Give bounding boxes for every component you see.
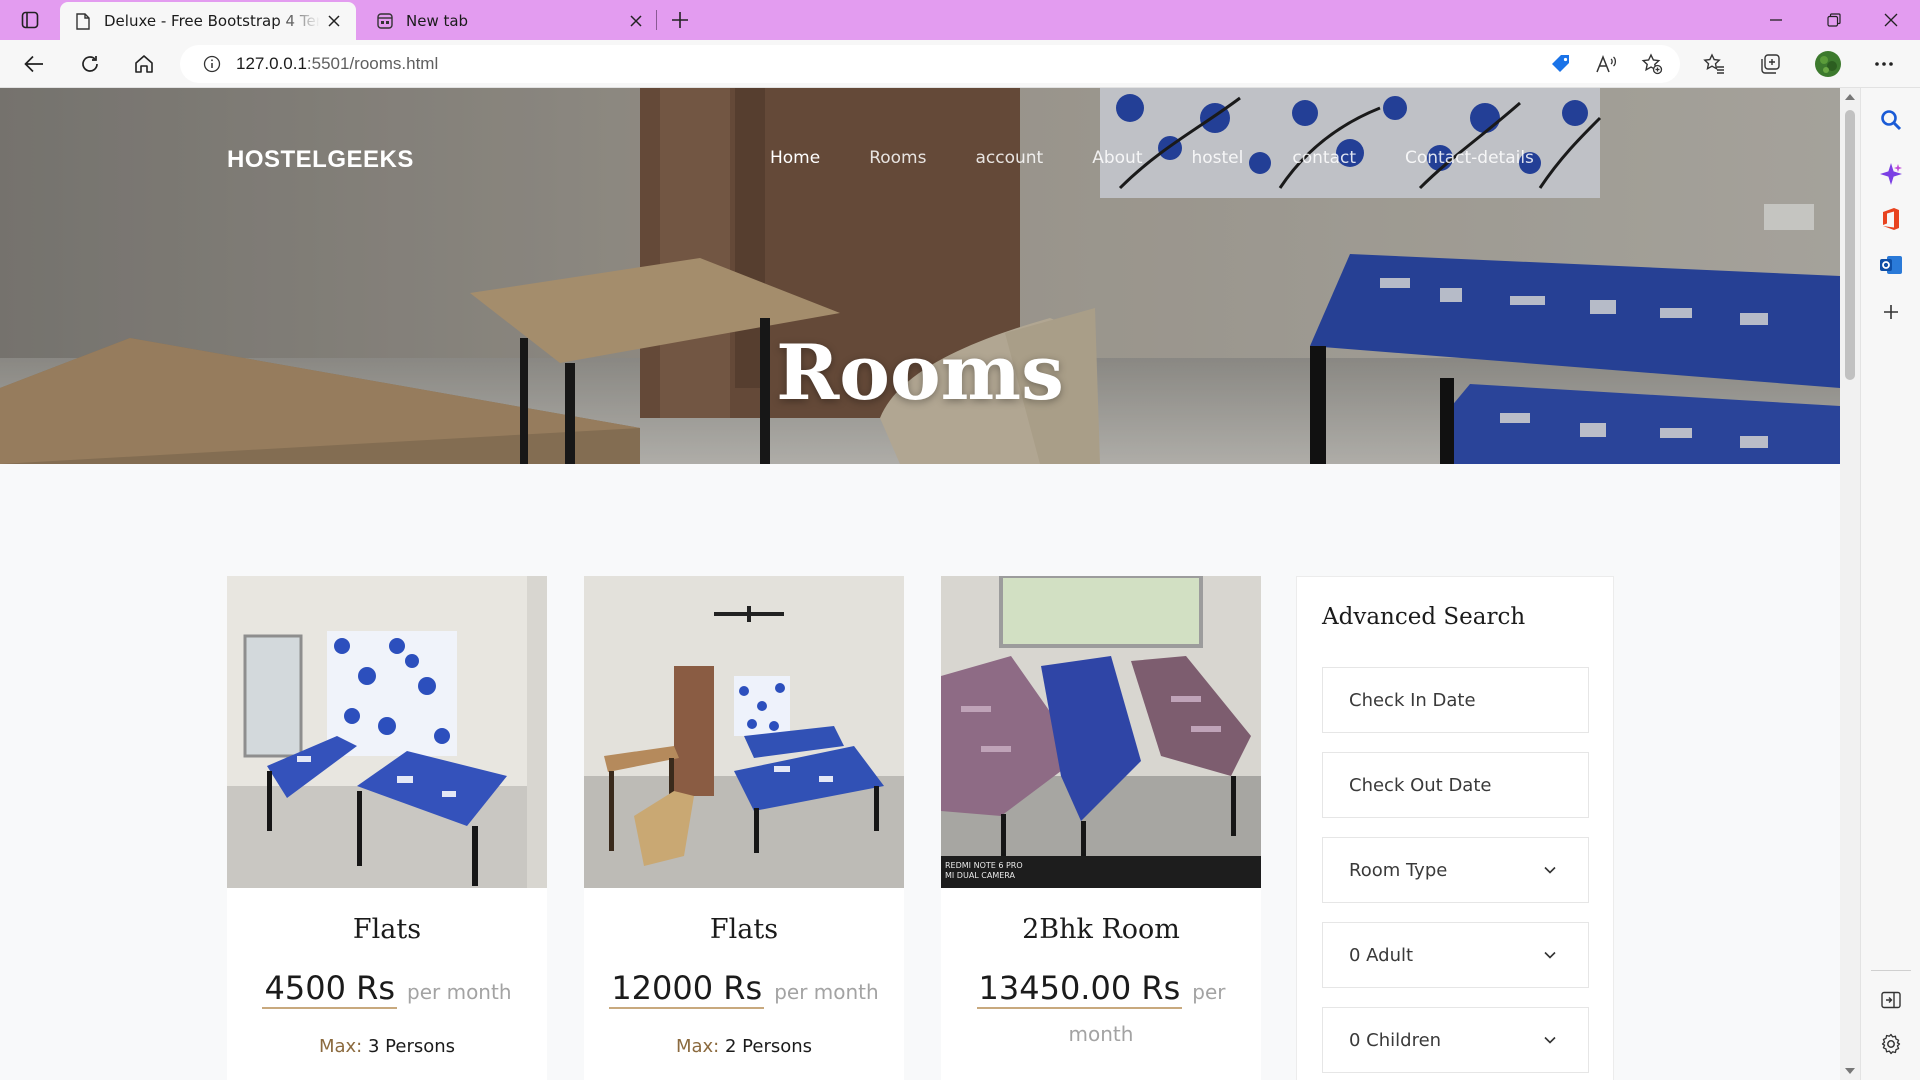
room-price-row: 13450.00 Rs per month bbox=[941, 969, 1261, 1056]
chevron-down-icon bbox=[1544, 1036, 1556, 1044]
close-window-icon[interactable] bbox=[1877, 6, 1905, 34]
main-nav: Home Rooms account About hostel contact … bbox=[770, 148, 1583, 168]
nav-item-about[interactable]: About bbox=[1092, 148, 1142, 168]
browser-tab-bar: Deluxe - Free Bootstrap 4 Template New t… bbox=[0, 0, 1920, 40]
nav-item-hostel[interactable]: hostel bbox=[1191, 148, 1243, 168]
tab-active[interactable]: Deluxe - Free Bootstrap 4 Template bbox=[60, 2, 356, 40]
children-select[interactable]: 0 Children bbox=[1322, 1007, 1589, 1073]
room-image[interactable] bbox=[584, 576, 904, 888]
copilot-icon[interactable] bbox=[1877, 160, 1905, 188]
page-icon bbox=[74, 12, 92, 30]
capacity-value: 3 Persons bbox=[367, 1036, 456, 1057]
nav-item-home[interactable]: Home bbox=[770, 148, 820, 168]
url-text: 127.0.0.1:5501/rooms.html bbox=[236, 54, 439, 73]
home-icon[interactable] bbox=[128, 48, 160, 80]
capacity-label: Max: bbox=[675, 1036, 720, 1057]
tab-separator bbox=[656, 10, 657, 30]
scrollbar-thumb[interactable] bbox=[1845, 110, 1855, 380]
room-image[interactable] bbox=[227, 576, 547, 888]
room-image[interactable]: REDMI NOTE 6 PRO MI DUAL CAMERA bbox=[941, 576, 1261, 888]
more-options-icon[interactable] bbox=[1870, 50, 1898, 78]
restore-icon[interactable] bbox=[1820, 6, 1848, 34]
room-price: 4500 Rs bbox=[262, 969, 397, 1009]
room-card[interactable]: Flats 4500 Rs per month Max: 3 Persons bbox=[227, 576, 547, 1080]
read-aloud-icon[interactable] bbox=[1592, 50, 1620, 78]
new-tab-page-icon bbox=[376, 12, 394, 30]
chevron-down-icon bbox=[1544, 951, 1556, 959]
close-tab-icon[interactable] bbox=[320, 7, 348, 35]
nav-item-contact[interactable]: contact bbox=[1292, 148, 1356, 168]
search-title: Advanced Search bbox=[1322, 604, 1526, 630]
back-icon[interactable] bbox=[18, 48, 50, 80]
room-price: 13450.00 Rs bbox=[976, 969, 1183, 1009]
price-period: per month bbox=[774, 980, 879, 1004]
room-capacity: Max: 3 Persons bbox=[227, 1036, 547, 1057]
shopping-tag-icon[interactable] bbox=[1547, 50, 1575, 78]
children-value: 0 Children bbox=[1349, 1029, 1442, 1051]
room-price: 12000 Rs bbox=[609, 969, 765, 1009]
sidebar-divider bbox=[1871, 970, 1911, 971]
collections-icon[interactable] bbox=[1756, 50, 1784, 78]
tab-actions-icon[interactable] bbox=[18, 8, 42, 32]
room-name: Flats bbox=[352, 914, 422, 945]
room-name: 2Bhk Room bbox=[1022, 914, 1180, 945]
nav-item-account[interactable]: account bbox=[975, 148, 1043, 168]
price-period: per month bbox=[407, 980, 512, 1004]
room-card[interactable]: Flats 12000 Rs per month Max: 2 Persons bbox=[584, 576, 904, 1080]
address-toolbar: 127.0.0.1:5501/rooms.html bbox=[0, 40, 1920, 88]
add-sidebar-app-icon[interactable] bbox=[1877, 298, 1905, 326]
minimize-icon[interactable] bbox=[1762, 6, 1790, 34]
hide-sidebar-icon[interactable] bbox=[1877, 986, 1905, 1014]
tab-title: Deluxe - Free Bootstrap 4 Template bbox=[104, 12, 320, 30]
svg-text:REDMI NOTE 6 PRO: REDMI NOTE 6 PRO bbox=[945, 861, 1023, 870]
scroll-down-arrow[interactable] bbox=[1845, 1068, 1855, 1074]
room-type-select[interactable]: Room Type bbox=[1322, 837, 1589, 903]
scroll-up-arrow[interactable] bbox=[1845, 94, 1855, 100]
search-icon[interactable] bbox=[1877, 106, 1905, 134]
refresh-icon[interactable] bbox=[74, 48, 106, 80]
browser-sidebar bbox=[1860, 88, 1920, 1080]
room-price-row: 12000 Rs per month bbox=[584, 969, 904, 1014]
room-type-value: Room Type bbox=[1349, 859, 1448, 881]
close-tab-icon[interactable] bbox=[622, 7, 650, 35]
new-tab-button[interactable] bbox=[666, 6, 694, 34]
room-capacity: Max: 2 Persons bbox=[584, 1036, 904, 1057]
room-name: Flats bbox=[709, 914, 779, 945]
adults-select[interactable]: 0 Adult bbox=[1322, 922, 1589, 988]
address-field[interactable]: 127.0.0.1:5501/rooms.html bbox=[180, 45, 1680, 83]
check-out-date-field[interactable]: Check Out Date bbox=[1322, 752, 1589, 818]
check-in-placeholder: Check In Date bbox=[1349, 689, 1476, 711]
adults-value: 0 Adult bbox=[1349, 944, 1414, 966]
check-in-date-field[interactable]: Check In Date bbox=[1322, 667, 1589, 733]
room-card[interactable]: REDMI NOTE 6 PRO MI DUAL CAMERA 2Bhk Roo… bbox=[941, 576, 1261, 1080]
capacity-label: Max: bbox=[318, 1036, 363, 1057]
advanced-search-panel: Advanced Search Check In Date Check Out … bbox=[1296, 576, 1614, 1080]
svg-text:MI DUAL CAMERA: MI DUAL CAMERA bbox=[945, 871, 1016, 880]
nav-item-contact-details[interactable]: Contact-details bbox=[1405, 148, 1534, 168]
page-title: Rooms bbox=[776, 328, 1064, 417]
tab-new-tab[interactable]: New tab bbox=[362, 2, 658, 40]
check-out-placeholder: Check Out Date bbox=[1349, 774, 1492, 796]
capacity-value: 2 Persons bbox=[724, 1036, 813, 1057]
office-icon[interactable] bbox=[1877, 205, 1905, 233]
room-price-row: 4500 Rs per month bbox=[227, 969, 547, 1014]
settings-gear-icon[interactable] bbox=[1877, 1030, 1905, 1058]
chevron-down-icon bbox=[1544, 866, 1556, 874]
site-info-icon[interactable] bbox=[202, 54, 222, 74]
page-viewport: HOSTELGEEKS Home Rooms account About hos… bbox=[0, 88, 1840, 1080]
tab-title: New tab bbox=[406, 12, 469, 30]
nav-item-rooms[interactable]: Rooms bbox=[869, 148, 926, 168]
favorites-icon[interactable] bbox=[1700, 50, 1728, 78]
profile-avatar[interactable] bbox=[1814, 50, 1842, 78]
hero-banner: HOSTELGEEKS Home Rooms account About hos… bbox=[0, 88, 1840, 464]
outlook-icon[interactable] bbox=[1877, 251, 1905, 279]
add-favorite-icon[interactable] bbox=[1638, 50, 1666, 78]
page-scrollbar[interactable] bbox=[1840, 88, 1860, 1080]
site-brand-logo[interactable]: HOSTELGEEKS bbox=[227, 146, 414, 174]
